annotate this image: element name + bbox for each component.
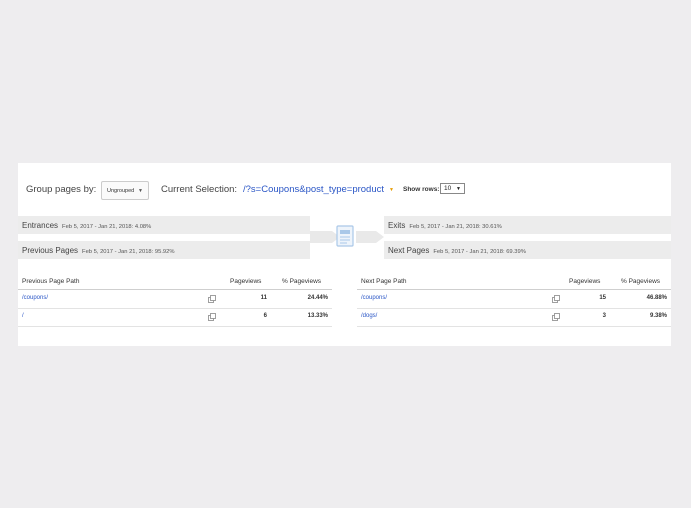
header-pageviews: Pageviews: [569, 278, 601, 285]
table-header: Previous Page Path Pageviews % Pageviews: [18, 278, 332, 290]
group-pages-dropdown[interactable]: Ungrouped ▼: [101, 181, 149, 200]
row-path-link[interactable]: /dogs/: [361, 313, 377, 319]
row-pageviews: 6: [263, 313, 267, 319]
header-pct-pageviews: % Pageviews: [621, 278, 661, 285]
previous-pages-strip: Previous Pages Feb 5, 2017 - Jan 21, 2018…: [18, 241, 310, 259]
header-pageviews: Pageviews: [230, 278, 262, 285]
chevron-down-icon: ▼: [138, 188, 143, 194]
current-selection-label: Current Selection:: [161, 184, 238, 195]
page-document-icon: [336, 225, 354, 247]
entrances-strip: Entrances Feb 5, 2017 - Jan 21, 2018: 4.0…: [18, 216, 310, 234]
toolbar: Group pages by: Ungrouped ▼ Current Sele…: [18, 163, 671, 215]
external-link-icon[interactable]: [208, 313, 216, 321]
row-path-link[interactable]: /coupons/: [361, 295, 387, 301]
external-link-icon[interactable]: [552, 295, 560, 303]
table-row: / 6 13.33%: [18, 309, 332, 327]
row-pct: 46.88%: [646, 295, 667, 301]
next-pages-label: Next Pages: [388, 246, 430, 255]
show-rows-select[interactable]: 10 ▼: [440, 183, 465, 194]
external-link-icon[interactable]: [208, 295, 216, 303]
current-selection-value[interactable]: /?s=Coupons&post_type=product: [243, 184, 384, 195]
header-pct-pageviews: % Pageviews: [282, 278, 322, 285]
next-pages-meta: Feb 5, 2017 - Jan 21, 2018: 69.39%: [433, 249, 526, 255]
row-pageviews: 3: [602, 313, 606, 319]
exits-strip: Exits Feb 5, 2017 - Jan 21, 2018: 30.61%: [384, 216, 671, 234]
previous-pages-table: Previous Page Path Pageviews % Pageviews…: [18, 278, 332, 328]
header-path: Next Page Path: [361, 278, 407, 285]
show-rows-value: 10: [444, 185, 452, 192]
next-pages-strip: Next Pages Feb 5, 2017 - Jan 21, 2018: 69…: [384, 241, 671, 259]
previous-pages-label: Previous Pages: [22, 246, 79, 255]
next-pages-table: Next Page Path Pageviews % Pageviews /co…: [357, 278, 671, 328]
table-row: /coupons/ 15 46.88%: [357, 291, 671, 309]
previous-pages-meta: Feb 5, 2017 - Jan 21, 2018: 95.92%: [82, 249, 175, 255]
row-pct: 9.38%: [649, 313, 667, 319]
row-pageviews: 11: [260, 295, 267, 301]
group-pages-label: Group pages by:: [26, 184, 97, 195]
row-pct: 24.44%: [307, 295, 328, 301]
table-row: /dogs/ 3 9.38%: [357, 309, 671, 327]
table-header: Next Page Path Pageviews % Pageviews: [357, 278, 671, 290]
table-row: /coupons/ 11 24.44%: [18, 291, 332, 309]
exits-label: Exits: [388, 221, 406, 230]
header-path: Previous Page Path: [22, 278, 80, 285]
external-link-icon[interactable]: [552, 313, 560, 321]
navigation-summary-panel: Group pages by: Ungrouped ▼ Current Sele…: [18, 163, 671, 346]
show-rows-label: Show rows:: [403, 186, 440, 193]
entrances-label: Entrances: [22, 221, 59, 230]
selection-chevron-icon[interactable]: ▼: [389, 187, 394, 193]
row-path-link[interactable]: /coupons/: [22, 295, 48, 301]
row-pct: 13.33%: [307, 313, 328, 319]
row-pageviews: 15: [599, 295, 606, 301]
exits-meta: Feb 5, 2017 - Jan 21, 2018: 30.61%: [409, 224, 502, 230]
group-pages-value: Ungrouped: [107, 188, 135, 194]
entrances-meta: Feb 5, 2017 - Jan 21, 2018: 4.08%: [62, 224, 152, 230]
chevron-down-icon: ▼: [456, 186, 461, 192]
row-path-link[interactable]: /: [22, 313, 24, 319]
